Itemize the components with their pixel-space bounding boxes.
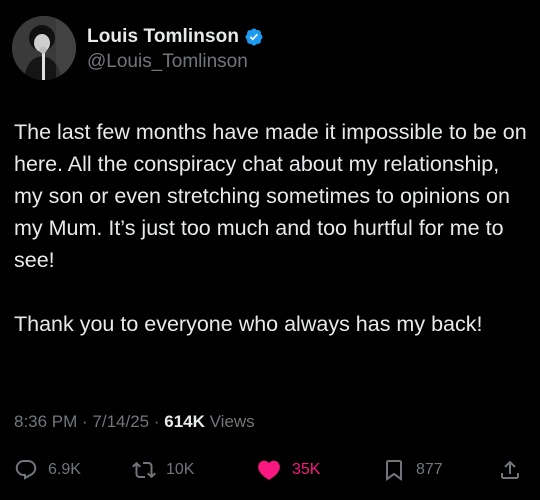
views-label: Views — [209, 412, 255, 431]
like-count: 35K — [292, 461, 321, 478]
tweet-time[interactable]: 8:36 PM — [14, 412, 77, 431]
tweet-card: Louis Tomlinson @Louis_Tomlinson The las… — [0, 0, 540, 500]
verified-badge-icon — [244, 27, 264, 47]
bookmark-count: 877 — [416, 461, 443, 478]
share-button[interactable] — [498, 456, 522, 484]
meta-separator: · — [77, 412, 93, 431]
repost-count: 10K — [166, 461, 195, 478]
tweet-date[interactable]: 7/14/25 — [92, 412, 149, 431]
repost-icon — [132, 458, 156, 482]
avatar-photo — [12, 16, 76, 80]
repost-button[interactable]: 10K — [132, 456, 194, 484]
bookmark-button[interactable]: 877 — [382, 456, 443, 484]
name-row: Louis Tomlinson — [87, 24, 264, 50]
tweet-paragraph: Thank you to everyone who always has my … — [14, 312, 483, 336]
display-name[interactable]: Louis Tomlinson — [87, 26, 239, 48]
tweet-paragraph: The last few months have made it impossi… — [14, 120, 527, 272]
tweet-text: The last few months have made it impossi… — [14, 116, 530, 340]
share-icon — [498, 458, 522, 482]
bookmark-icon — [382, 458, 406, 482]
heart-icon — [256, 457, 282, 483]
avatar[interactable] — [12, 16, 76, 80]
reply-count: 6.9K — [48, 461, 81, 478]
tweet-header: Louis Tomlinson @Louis_Tomlinson — [12, 16, 264, 80]
reply-icon — [14, 458, 38, 482]
views-count: 614K — [164, 412, 205, 431]
action-bar: 6.9K 10K 35K 877 — [0, 456, 540, 484]
meta-separator: · — [149, 412, 165, 431]
like-button[interactable]: 35K — [256, 456, 320, 484]
reply-button[interactable]: 6.9K — [14, 456, 81, 484]
tweet-meta: 8:36 PM · 7/14/25 · 614K Views — [14, 412, 255, 432]
user-handle[interactable]: @Louis_Tomlinson — [87, 51, 264, 73]
user-names: Louis Tomlinson @Louis_Tomlinson — [87, 24, 264, 73]
